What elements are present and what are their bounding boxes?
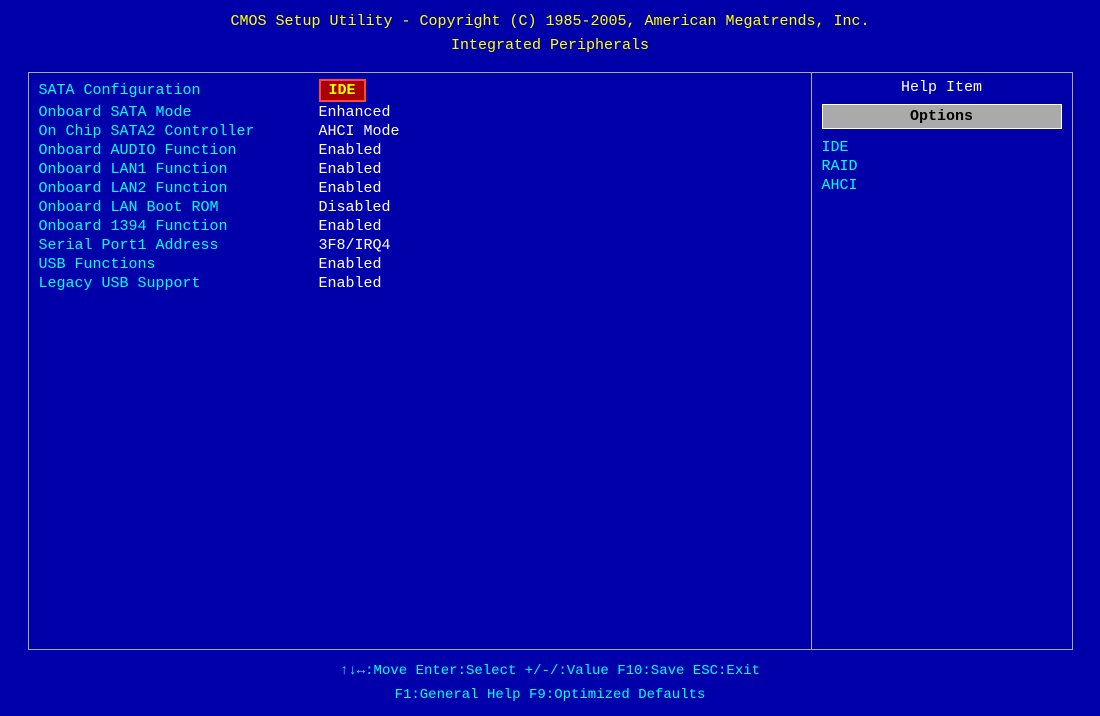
setting-row[interactable]: Onboard AUDIO FunctionEnabled <box>39 142 801 159</box>
help-panel: Help Item Options IDE RAID AHCI <box>812 73 1072 649</box>
setting-row[interactable]: Onboard LAN2 FunctionEnabled <box>39 180 801 197</box>
setting-value[interactable]: Enabled <box>319 161 382 178</box>
setting-value[interactable]: Enhanced <box>319 104 391 121</box>
option-item[interactable]: AHCI <box>822 177 1062 194</box>
setting-label: Onboard LAN1 Function <box>39 161 319 178</box>
options-label: Options <box>822 104 1062 129</box>
option-item[interactable]: IDE <box>822 139 1062 156</box>
setting-row[interactable]: SATA ConfigurationIDE <box>39 79 801 102</box>
setting-label: Onboard AUDIO Function <box>39 142 319 159</box>
setting-value[interactable]: AHCI Mode <box>319 123 400 140</box>
bios-header: CMOS Setup Utility - Copyright (C) 1985-… <box>0 0 1100 64</box>
setting-row[interactable]: Serial Port1 Address3F8/IRQ4 <box>39 237 801 254</box>
setting-label: Legacy USB Support <box>39 275 319 292</box>
setting-label: On Chip SATA2 Controller <box>39 123 319 140</box>
setting-value[interactable]: Disabled <box>319 199 391 216</box>
setting-row[interactable]: Onboard LAN1 FunctionEnabled <box>39 161 801 178</box>
setting-value[interactable]: Enabled <box>319 180 382 197</box>
setting-row[interactable]: Onboard LAN Boot ROMDisabled <box>39 199 801 216</box>
footer-line1: ↑↓↔:Move Enter:Select +/-/:Value F10:Sav… <box>0 660 1100 684</box>
setting-value[interactable]: Enabled <box>319 256 382 273</box>
setting-row[interactable]: USB FunctionsEnabled <box>39 256 801 273</box>
setting-label: SATA Configuration <box>39 82 319 99</box>
bios-footer: ↑↓↔:Move Enter:Select +/-/:Value F10:Sav… <box>0 650 1100 716</box>
main-container: SATA ConfigurationIDEOnboard SATA ModeEn… <box>28 72 1073 650</box>
header-line2: Integrated Peripherals <box>0 34 1100 58</box>
setting-label: USB Functions <box>39 256 319 273</box>
setting-row[interactable]: Onboard 1394 FunctionEnabled <box>39 218 801 235</box>
footer-line2: F1:General Help F9:Optimized Defaults <box>0 684 1100 708</box>
options-list: IDE RAID AHCI <box>822 139 1062 194</box>
setting-label: Onboard LAN2 Function <box>39 180 319 197</box>
header-line1: CMOS Setup Utility - Copyright (C) 1985-… <box>0 10 1100 34</box>
setting-row[interactable]: Onboard SATA ModeEnhanced <box>39 104 801 121</box>
setting-label: Serial Port1 Address <box>39 237 319 254</box>
setting-row[interactable]: On Chip SATA2 ControllerAHCI Mode <box>39 123 801 140</box>
setting-value[interactable]: Enabled <box>319 218 382 235</box>
settings-panel: SATA ConfigurationIDEOnboard SATA ModeEn… <box>29 73 812 649</box>
setting-label: Onboard SATA Mode <box>39 104 319 121</box>
setting-value[interactable]: IDE <box>319 79 366 102</box>
help-title: Help Item <box>822 79 1062 96</box>
option-item[interactable]: RAID <box>822 158 1062 175</box>
setting-value[interactable]: Enabled <box>319 142 382 159</box>
setting-value[interactable]: 3F8/IRQ4 <box>319 237 391 254</box>
setting-label: Onboard 1394 Function <box>39 218 319 235</box>
setting-label: Onboard LAN Boot ROM <box>39 199 319 216</box>
setting-value[interactable]: Enabled <box>319 275 382 292</box>
setting-row[interactable]: Legacy USB SupportEnabled <box>39 275 801 292</box>
